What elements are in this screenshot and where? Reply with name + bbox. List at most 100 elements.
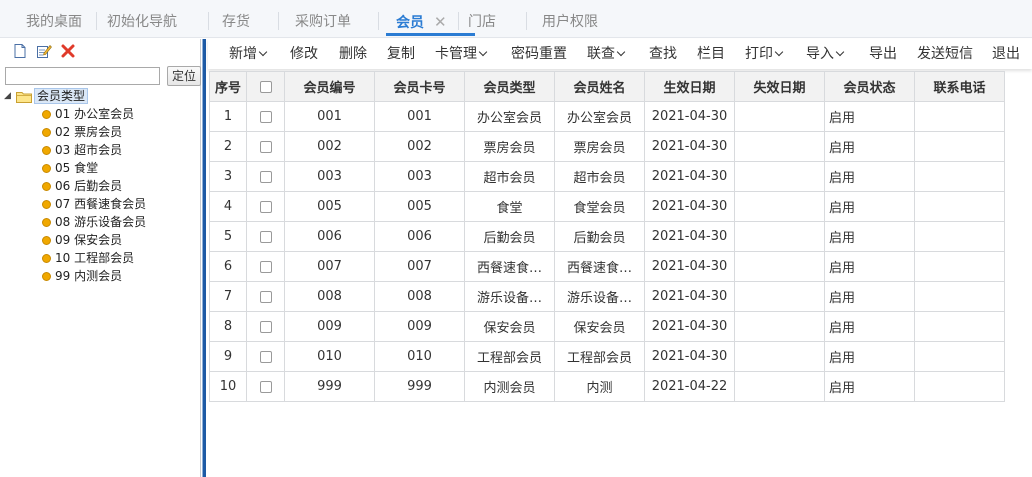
add-button[interactable]: 新增 [229,39,268,69]
row-checkbox[interactable] [259,140,272,153]
exit-button[interactable]: 退出 [992,39,1020,69]
row-select-cell[interactable] [246,221,285,252]
tree-item[interactable]: 10 工程部会员 [0,249,200,267]
tree-search-row: 定位 [5,66,201,86]
modify-button[interactable]: 修改 [290,39,318,69]
row-select-cell[interactable] [246,371,285,402]
table-row[interactable]: 4 005 005 食堂 食堂会员 2021-04-30 启用 [209,191,1005,222]
table-row[interactable]: 2 002 002 票房会员 票房会员 2021-04-30 启用 [209,131,1005,162]
row-select-cell[interactable] [246,341,285,372]
tree-item[interactable]: 06 后勤会员 [0,177,200,195]
column-header[interactable]: 联系电话 [914,71,1005,102]
row-select-cell[interactable] [246,281,285,312]
tab-store[interactable]: 门店 [468,0,496,38]
password-reset-button[interactable]: 密码重置 [511,39,567,69]
table-cell [734,101,825,132]
tab-my-desktop[interactable]: 我的桌面 [26,0,82,38]
table-row[interactable]: 9 010 010 工程部会员 工程部会员 2021-04-30 启用 [209,341,1005,372]
row-checkbox[interactable] [259,110,272,123]
tree-root[interactable]: ◢ 会员类型 [0,88,200,105]
linked-query-button[interactable]: 联查 [587,39,626,69]
tree-item[interactable]: 02 票房会员 [0,123,200,141]
tab-label: 初始化导航 [107,14,177,30]
import-button[interactable]: 导入 [806,39,845,69]
delete-icon[interactable] [60,43,76,59]
tab-purchase-order[interactable]: 采购订单 [295,0,351,38]
table-cell [734,281,825,312]
table-cell: 010 [374,341,465,372]
select-all-checkbox[interactable] [259,80,272,93]
tree-item[interactable]: 09 保安会员 [0,231,200,249]
column-header[interactable]: 会员卡号 [374,71,465,102]
row-checkbox[interactable] [259,260,272,273]
tree-item-label: 05 食堂 [55,161,99,175]
copy-button[interactable]: 复制 [387,39,415,69]
send-sms-button[interactable]: 发送短信 [917,39,973,69]
tab-inventory[interactable]: 存货 [222,0,250,38]
column-header[interactable]: 生效日期 [644,71,735,102]
table-cell [734,371,825,402]
column-header[interactable]: 会员状态 [824,71,915,102]
column-header[interactable]: 会员姓名 [554,71,645,102]
card-manage-button[interactable]: 卡管理 [435,39,488,69]
table-cell: 003 [374,161,465,192]
tab-label: 会员 [396,15,424,31]
column-header[interactable]: 会员编号 [284,71,375,102]
find-button[interactable]: 查找 [649,39,677,69]
table-row[interactable]: 5 006 006 后勤会员 后勤会员 2021-04-30 启用 [209,221,1005,252]
tab-user-permissions[interactable]: 用户权限 [542,0,598,38]
tree-item[interactable]: 03 超市会员 [0,141,200,159]
new-file-icon[interactable] [12,43,28,59]
table-cell [914,131,1005,162]
table-cell: 启用 [824,161,915,192]
locate-button[interactable]: 定位 [167,66,201,86]
tree-item[interactable]: 01 办公室会员 [0,105,200,123]
table-row[interactable]: 10 999 999 内测会员 内测 2021-04-22 启用 [209,371,1005,402]
tree-item[interactable]: 07 西餐速食会员 [0,195,200,213]
row-checkbox[interactable] [259,350,272,363]
row-select-cell[interactable] [246,251,285,282]
table-cell: 2021-04-30 [644,221,735,252]
row-select-cell[interactable] [246,191,285,222]
table-cell: 工程部会员 [464,341,555,372]
column-header[interactable]: 会员类型 [464,71,555,102]
row-checkbox[interactable] [259,230,272,243]
close-icon[interactable]: ✕ [434,13,447,31]
table-cell [734,221,825,252]
tree-item[interactable]: 05 食堂 [0,159,200,177]
edit-icon[interactable] [36,43,52,59]
table-row[interactable]: 6 007 007 西餐速食… 西餐速食… 2021-04-30 启用 [209,251,1005,282]
row-checkbox[interactable] [259,200,272,213]
button-label: 导入 [806,46,834,62]
button-label: 密码重置 [511,46,567,62]
table-row[interactable]: 8 009 009 保安会员 保安会员 2021-04-30 启用 [209,311,1005,342]
table-row[interactable]: 1 001 001 办公室会员 办公室会员 2021-04-30 启用 [209,101,1005,132]
delete-button[interactable]: 删除 [339,39,367,69]
column-header[interactable]: 序号 [209,71,247,102]
column-header[interactable]: 失效日期 [734,71,825,102]
select-all-header[interactable] [246,71,285,102]
tab-member[interactable]: 会员 ✕ [386,0,475,38]
tree-item[interactable]: 08 游乐设备会员 [0,213,200,231]
row-select-cell[interactable] [246,131,285,162]
chevron-down-icon [478,47,488,57]
expand-arrow-icon[interactable]: ◢ [4,88,11,105]
row-select-cell[interactable] [246,311,285,342]
row-select-cell[interactable] [246,161,285,192]
tree-search-input[interactable] [5,67,160,85]
row-checkbox[interactable] [259,320,272,333]
export-button[interactable]: 导出 [869,39,897,69]
print-button[interactable]: 打印 [745,39,784,69]
columns-button[interactable]: 栏目 [697,39,725,69]
table-row[interactable]: 7 008 008 游乐设备… 游乐设备… 2021-04-30 启用 [209,281,1005,312]
tree-item[interactable]: 99 内测会员 [0,267,200,285]
row-select-cell[interactable] [246,101,285,132]
tree-item-label: 99 内测会员 [55,269,123,283]
panel-splitter[interactable] [202,39,206,477]
row-checkbox[interactable] [259,170,272,183]
left-toolbar [0,39,200,63]
table-row[interactable]: 3 003 003 超市会员 超市会员 2021-04-30 启用 [209,161,1005,192]
tab-init-nav[interactable]: 初始化导航 [107,0,177,38]
row-checkbox[interactable] [259,380,272,393]
row-checkbox[interactable] [259,290,272,303]
